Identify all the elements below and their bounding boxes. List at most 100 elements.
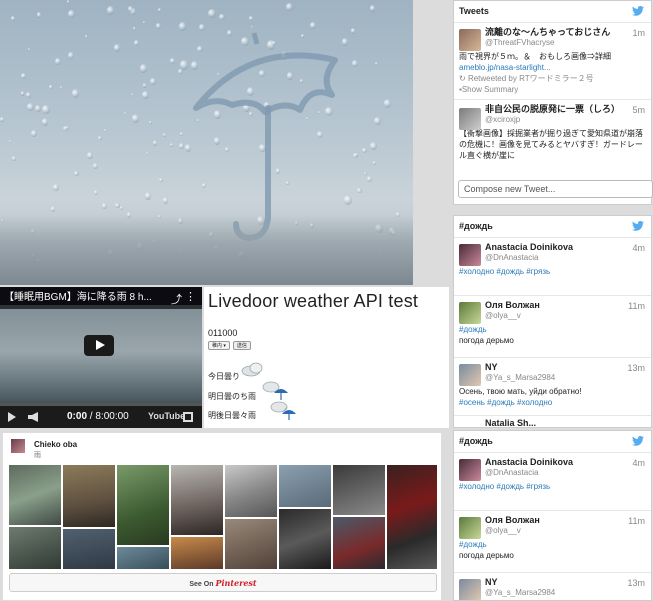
pinterest-board-widget: Chieko oba 雨 See On Pinterest — [2, 432, 442, 601]
tweet-text: 雨で視界が５ｍ。＆ おもしろ画像⇒詳細 — [459, 52, 611, 61]
pin-image[interactable] — [63, 529, 115, 569]
tweet-time[interactable]: 4m — [632, 458, 645, 468]
tweet-author[interactable]: Оля Волжан — [485, 515, 646, 526]
tweet-item[interactable]: NY @Ya_s_Marsa2984 13m — [454, 573, 651, 600]
avatar[interactable] — [459, 244, 481, 266]
pin-image[interactable] — [9, 527, 61, 569]
area-select[interactable]: 稚内 ▾ — [208, 341, 230, 350]
widget-title: #дождь — [459, 436, 493, 446]
avatar[interactable] — [459, 108, 481, 130]
video-thumbnail — [0, 305, 202, 408]
forecast-today: 今日曇り — [208, 372, 240, 381]
tweet-item[interactable]: 非自公民の脱原発に一票（しろ） @xciroxjp 5m 【衝撃画像】採掘業者が… — [454, 100, 651, 173]
see-on-pinterest-button[interactable]: See On Pinterest — [9, 573, 437, 592]
tweet-item[interactable]: Оля Волжан @olya__v 11m #дождь погода дер… — [454, 296, 651, 358]
tweet-time[interactable]: 13m — [627, 363, 645, 373]
tweet-text: #дождь погода дерьмо — [459, 540, 514, 560]
widget-header: Tweets — [454, 1, 651, 23]
tweet-handle[interactable]: @DnAnastacia — [485, 468, 646, 478]
tweet-time[interactable]: 4m — [632, 243, 645, 253]
tweet-item[interactable]: Anastacia Doinikova @DnAnastacia 4m #хол… — [454, 453, 651, 511]
twitter-bird-icon[interactable] — [632, 436, 644, 446]
video-time: 0:00 / 8:00:00 — [67, 411, 129, 422]
pin-image[interactable] — [387, 465, 437, 569]
tweet-time[interactable]: 11m — [628, 516, 645, 526]
tweet-item[interactable]: 流離のな～んちゃっておじさん @ThreatFVhacryse 1m 雨で視界が… — [454, 23, 651, 100]
tweet-item[interactable]: Anastacia Doinikova @DnAnastacia 4m #хол… — [454, 238, 651, 296]
avatar[interactable] — [11, 439, 25, 453]
avatar[interactable] — [459, 579, 481, 600]
tweet-author[interactable]: NY — [485, 362, 646, 373]
avatar[interactable] — [459, 517, 481, 539]
tweet-text: #холодно #дождь #грязь — [459, 482, 551, 491]
tweet-handle[interactable]: @DnAnastacia — [485, 253, 646, 263]
play-button[interactable] — [84, 335, 114, 356]
pin-image[interactable] — [333, 517, 385, 569]
tweet-handle[interactable]: @Ya_s_Marsa2984 — [485, 373, 646, 383]
pin-image[interactable] — [117, 465, 169, 545]
pin-image[interactable] — [279, 509, 331, 569]
avatar[interactable] — [459, 459, 481, 481]
fullscreen-icon[interactable] — [183, 412, 193, 422]
tweet-author[interactable]: NY — [485, 577, 646, 588]
pin-image[interactable] — [171, 465, 223, 535]
board-name[interactable]: 雨 — [34, 450, 41, 460]
play-icon[interactable] — [8, 412, 16, 422]
submit-button[interactable]: 送信 — [232, 341, 251, 350]
rain-window-image — [0, 0, 413, 285]
tweet-handle[interactable]: @Ya_s_Marsa2984 — [485, 588, 646, 598]
widget-title: Tweets — [459, 6, 489, 16]
tweet-author[interactable]: 非自公民の脱原発に一票（しろ） — [485, 104, 646, 115]
tweet-link[interactable]: ameblo.jp/nasa-starlight... — [459, 62, 646, 73]
tweet-handle[interactable]: @xciroxjp — [485, 115, 646, 125]
cloud-rain-icon — [270, 399, 298, 426]
video-controls: 0:00 / 8:00:00 YouTube — [0, 406, 202, 428]
pin-image[interactable] — [9, 465, 61, 525]
video-player[interactable]: 【睡眠用BGM】海に降る雨 8 h... ⤴ ⋮ 0:00 / 8:00:00 … — [0, 287, 202, 428]
hashtag-widget: #дождь Anastacia Doinikova @DnAnastacia … — [453, 215, 652, 428]
forecast-day-after: 明後日曇々雨 — [208, 411, 256, 420]
tweet-time[interactable]: 11m — [628, 301, 645, 311]
more-icon[interactable]: ⋮ — [185, 290, 196, 303]
tweet-item[interactable]: NY @Ya_s_Marsa2984 13m Осень, твою мать,… — [454, 358, 651, 416]
tweet-handle[interactable]: @ThreatFVhacryse — [485, 38, 646, 48]
share-icon[interactable]: ⤴ — [171, 291, 182, 307]
show-summary-link[interactable]: ▪Show Summary — [459, 84, 646, 95]
twitter-bird-icon[interactable] — [632, 221, 644, 231]
tweet-item[interactable]: Natalia Sh... — [454, 416, 651, 427]
avatar[interactable] — [459, 29, 481, 51]
twitter-bird-icon[interactable] — [632, 6, 644, 16]
tweet-text: #дождь погода дерьмо — [459, 325, 514, 345]
tweet-time[interactable]: 1m — [632, 28, 645, 38]
pin-image[interactable] — [117, 547, 169, 569]
area-form: 稚内 ▾ 送信 — [208, 341, 445, 350]
avatar[interactable] — [459, 302, 481, 324]
avatar[interactable] — [459, 364, 481, 386]
tweet-handle[interactable]: @olya__v — [485, 526, 646, 536]
retweet-info: ↻ Retweeted by RTワードミラー２号 — [459, 74, 594, 83]
pinner-name[interactable]: Chieko oba — [34, 440, 77, 449]
compose-tweet-input[interactable]: Compose new Tweet... — [458, 180, 653, 198]
tweet-author[interactable]: Anastacia Doinikova — [485, 457, 646, 468]
tweet-item[interactable]: Оля Волжан @olya__v 11m #дождь погода дер… — [454, 511, 651, 573]
weather-panel: Livedoor weather API test 011000 稚内 ▾ 送信… — [204, 287, 449, 428]
pin-image[interactable] — [333, 465, 385, 515]
hashtag-widget: #дождь Anastacia Doinikova @DnAnastacia … — [453, 430, 652, 601]
volume-icon[interactable] — [28, 412, 38, 422]
pin-image[interactable] — [225, 465, 277, 517]
pin-image[interactable] — [63, 465, 115, 527]
pin-grid — [9, 465, 437, 569]
widget-title: #дождь — [459, 221, 493, 231]
tweet-author[interactable]: Оля Волжан — [485, 300, 646, 311]
tweet-time[interactable]: 5m — [632, 105, 645, 115]
pinterest-logo: Pinterest — [215, 578, 257, 588]
pin-image[interactable] — [171, 537, 223, 569]
tweet-time[interactable]: 13m — [627, 578, 645, 588]
pin-image[interactable] — [225, 519, 277, 569]
tweet-author[interactable]: 流離のな～んちゃっておじさん — [485, 27, 646, 38]
tweet-author[interactable]: Natalia Sh... — [485, 418, 646, 427]
youtube-logo[interactable]: YouTube — [148, 411, 185, 421]
tweet-author[interactable]: Anastacia Doinikova — [485, 242, 646, 253]
pin-image[interactable] — [279, 465, 331, 507]
tweet-handle[interactable]: @olya__v — [485, 311, 646, 321]
